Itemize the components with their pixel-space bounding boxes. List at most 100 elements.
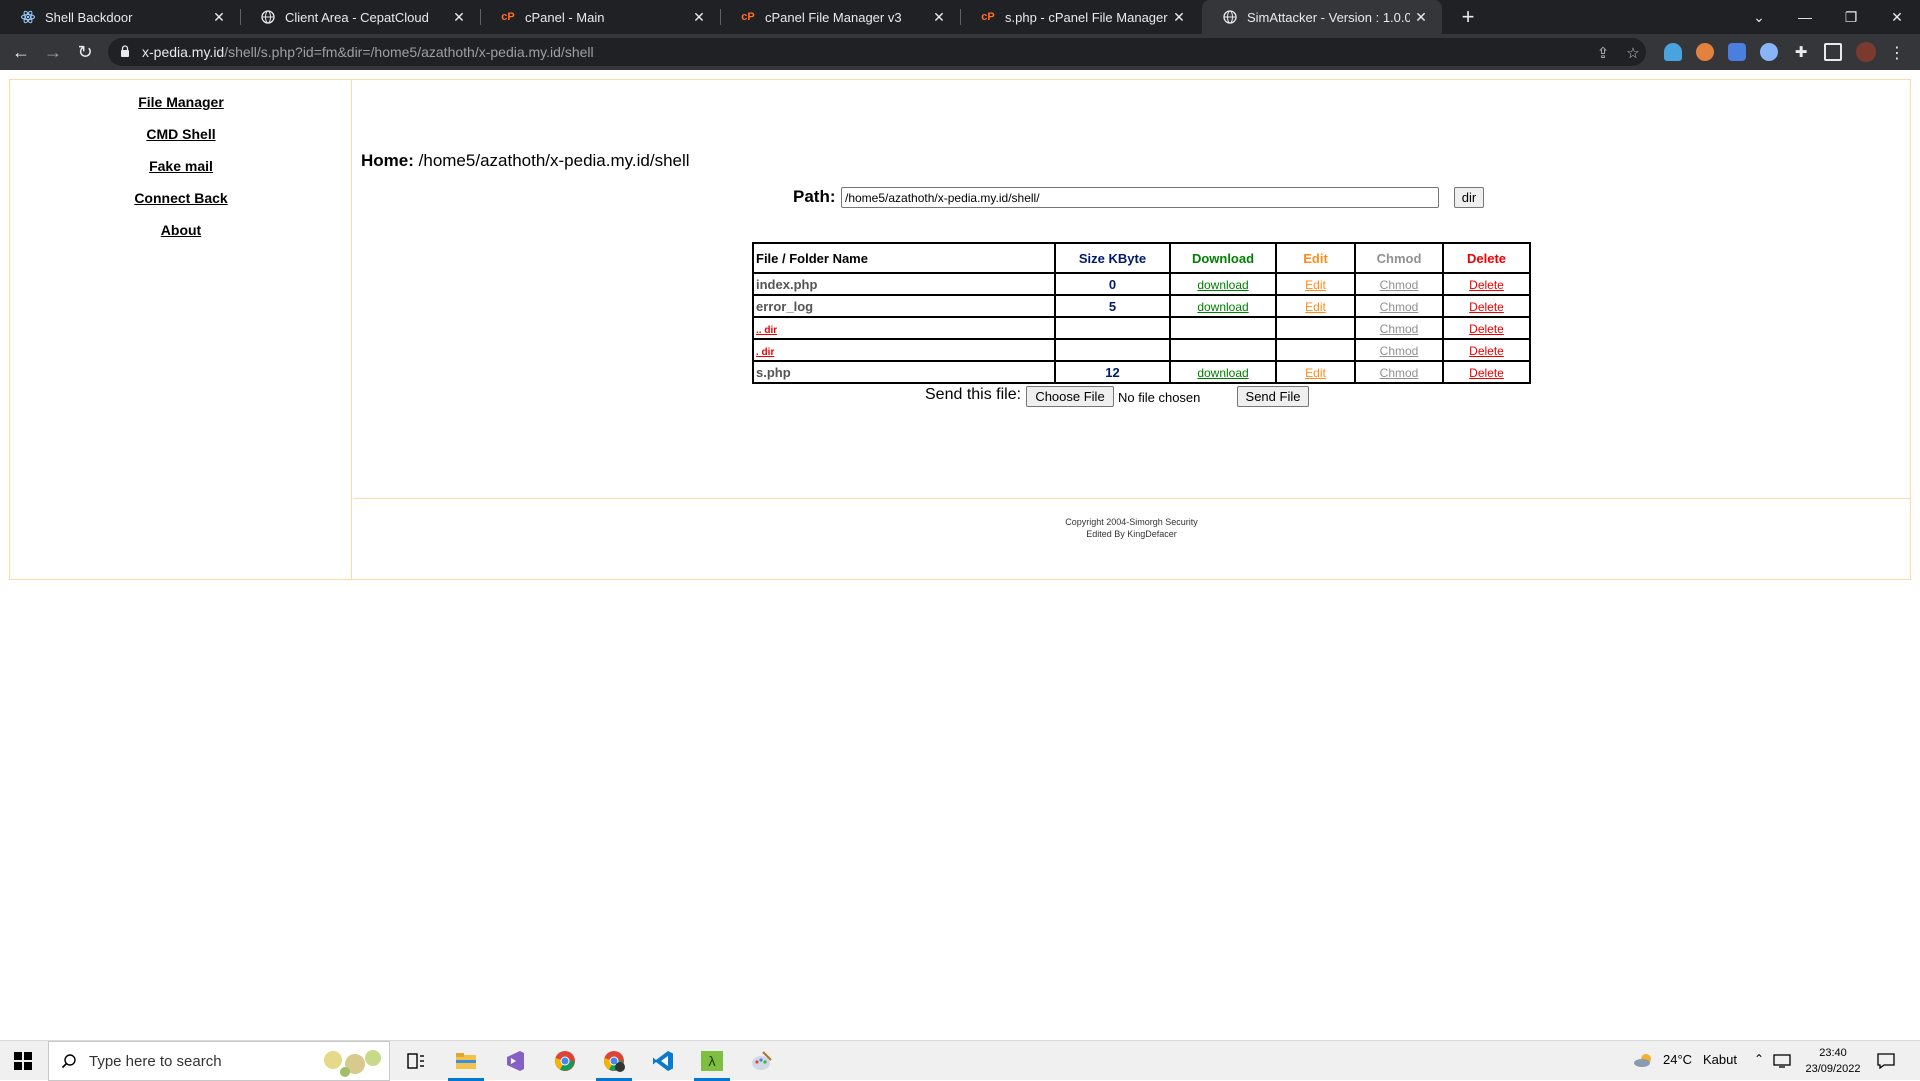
clock[interactable]: 23:40 23/09/2022 xyxy=(1796,1045,1870,1077)
weather-temperature[interactable]: 24°C xyxy=(1663,1052,1692,1067)
translate-extension-icon[interactable] xyxy=(1728,43,1746,61)
header-name: File / Folder Name xyxy=(752,242,1056,274)
cookie-extension-icon[interactable] xyxy=(1696,43,1714,61)
download-link[interactable]: download xyxy=(1197,300,1248,314)
path-label: Path: xyxy=(793,187,836,206)
close-icon[interactable]: ✕ xyxy=(688,9,710,26)
cpanel-icon: cP xyxy=(501,11,515,23)
sidebar-item-cmd-shell[interactable]: CMD Shell xyxy=(10,126,352,142)
puzzle-icon[interactable]: ✚ xyxy=(1792,43,1810,61)
back-icon[interactable]: ← xyxy=(9,40,33,64)
tab-cpanel-main[interactable]: cP cPanel - Main ✕ xyxy=(480,0,720,34)
send-file-label: Send this file: xyxy=(925,386,1022,403)
sidebar-item-file-manager[interactable]: File Manager xyxy=(10,94,352,110)
home-path: Home: /home5/azathoth/x-pedia.my.id/shel… xyxy=(361,151,690,170)
download-link[interactable]: download xyxy=(1197,366,1248,380)
close-icon[interactable]: ✕ xyxy=(1168,9,1190,26)
download-link[interactable]: download xyxy=(1197,278,1248,292)
delete-link[interactable]: Delete xyxy=(1469,344,1504,358)
file-name[interactable]: s.php xyxy=(756,365,791,380)
file-size: 12 xyxy=(1105,364,1120,380)
table-row: index.php 0 download Edit Chmod Delete xyxy=(752,272,1531,296)
chmod-link[interactable]: Chmod xyxy=(1380,366,1419,380)
tab-cpanel-file-manager[interactable]: cP cPanel File Manager v3 ✕ xyxy=(720,0,960,34)
avatar[interactable] xyxy=(1856,42,1876,62)
tab-simattacker[interactable]: SimAttacker - Version : 1.0.0 - Ed ✕ xyxy=(1202,0,1442,34)
edit-link[interactable]: Edit xyxy=(1305,366,1326,380)
file-size: 0 xyxy=(1108,276,1117,292)
task-view-icon[interactable] xyxy=(404,1049,428,1073)
lambda-app-icon[interactable]: λ xyxy=(694,1049,730,1081)
chrome-profile-icon[interactable] xyxy=(596,1049,632,1081)
new-tab-button[interactable]: + xyxy=(1454,0,1482,34)
side-panel-icon[interactable] xyxy=(1824,43,1842,61)
path-input[interactable] xyxy=(841,187,1439,208)
close-icon[interactable]: ✕ xyxy=(208,9,230,26)
restore-button[interactable]: ❐ xyxy=(1828,0,1874,34)
cloud-extension-icon[interactable] xyxy=(1664,43,1682,61)
choose-file-button[interactable]: Choose File xyxy=(1026,386,1114,407)
delete-link[interactable]: Delete xyxy=(1469,366,1504,380)
file-name[interactable]: index.php xyxy=(756,277,817,292)
menu-kebab-icon[interactable]: ⋮ xyxy=(1888,43,1906,62)
network-icon[interactable] xyxy=(1770,1049,1794,1073)
shell-frame: File Manager CMD Shell Fake mail Connect… xyxy=(9,79,1911,580)
url-text: x-pedia.my.id/shell/s.php?id=fm&dir=/hom… xyxy=(142,44,594,60)
tab-shell-backdoor[interactable]: Shell Backdoor ✕ xyxy=(0,0,240,34)
bookmark-star-icon[interactable]: ☆ xyxy=(1624,44,1642,62)
delete-link[interactable]: Delete xyxy=(1469,300,1504,314)
chmod-link[interactable]: Chmod xyxy=(1380,300,1419,314)
cpanel-icon: cP xyxy=(981,11,995,23)
address-bar[interactable]: x-pedia.my.id/shell/s.php?id=fm&dir=/hom… xyxy=(108,38,1646,66)
delete-link[interactable]: Delete xyxy=(1469,278,1504,292)
lock-icon xyxy=(121,45,129,57)
table-row: error_log 5 download Edit Chmod Delete xyxy=(752,294,1531,318)
taskbar-search[interactable]: Type here to search xyxy=(48,1041,390,1081)
sidebar-item-connect-back[interactable]: Connect Back xyxy=(10,190,352,206)
tab-title: s.php - cPanel File Manager v3 xyxy=(1005,9,1168,25)
search-extension-icon[interactable] xyxy=(1760,43,1778,61)
forward-icon[interactable]: → xyxy=(41,40,65,64)
edit-link[interactable]: Edit xyxy=(1305,278,1326,292)
send-file-button[interactable]: Send File xyxy=(1237,386,1309,407)
tab-title: cPanel - Main xyxy=(525,9,605,25)
file-name[interactable]: error_log xyxy=(756,299,813,314)
edit-link[interactable]: Edit xyxy=(1305,300,1326,314)
tab-title: cPanel File Manager v3 xyxy=(765,9,902,25)
chevron-up-icon[interactable]: ⌃ xyxy=(1754,1052,1764,1066)
weather-condition[interactable]: Kabut xyxy=(1703,1052,1737,1067)
tab-s-php[interactable]: cP s.php - cPanel File Manager v3 ✕ xyxy=(960,0,1200,34)
current-dir-link[interactable]: . dir xyxy=(756,347,774,358)
close-icon[interactable]: ✕ xyxy=(1410,9,1432,26)
reload-icon[interactable]: ↻ xyxy=(73,40,97,64)
chmod-link[interactable]: Chmod xyxy=(1380,278,1419,292)
file-explorer-icon[interactable] xyxy=(448,1049,484,1081)
weather-fog-icon[interactable] xyxy=(1632,1049,1656,1073)
notification-icon[interactable] xyxy=(1874,1049,1898,1073)
close-icon[interactable]: ✕ xyxy=(448,9,470,26)
header-edit: Edit xyxy=(1275,242,1356,274)
chrome-icon[interactable] xyxy=(553,1049,577,1073)
share-icon[interactable]: ⇪ xyxy=(1594,44,1612,62)
sidebar-item-fake-mail[interactable]: Fake mail xyxy=(10,158,352,174)
browser-toolbar: ← → ↻ x-pedia.my.id/shell/s.php?id=fm&di… xyxy=(0,34,1920,70)
chmod-link[interactable]: Chmod xyxy=(1380,322,1419,336)
delete-link[interactable]: Delete xyxy=(1469,322,1504,336)
sidebar-item-about[interactable]: About xyxy=(10,222,352,238)
close-icon[interactable]: ✕ xyxy=(928,9,950,26)
header-size: Size KByte xyxy=(1054,242,1171,274)
tab-client-area[interactable]: Client Area - CepatCloud ✕ xyxy=(240,0,480,34)
windows-start-icon[interactable] xyxy=(11,1049,35,1073)
parent-dir-link[interactable]: .. dir xyxy=(756,325,777,336)
paint-icon[interactable] xyxy=(750,1049,774,1073)
header-chmod: Chmod xyxy=(1354,242,1444,274)
file-table: File / Folder Name Size KByte Download E… xyxy=(752,242,1531,384)
close-window-button[interactable]: ✕ xyxy=(1874,0,1920,34)
vscode-icon[interactable] xyxy=(651,1049,675,1073)
visual-studio-icon[interactable] xyxy=(503,1049,527,1073)
minimize-button[interactable]: — xyxy=(1782,0,1828,34)
dir-button[interactable]: dir xyxy=(1454,187,1484,208)
chmod-link[interactable]: Chmod xyxy=(1380,344,1419,358)
copyright-text: Copyright 2004-Simorgh Security xyxy=(1065,517,1198,527)
tab-search-icon[interactable]: ⌄ xyxy=(1736,0,1782,34)
